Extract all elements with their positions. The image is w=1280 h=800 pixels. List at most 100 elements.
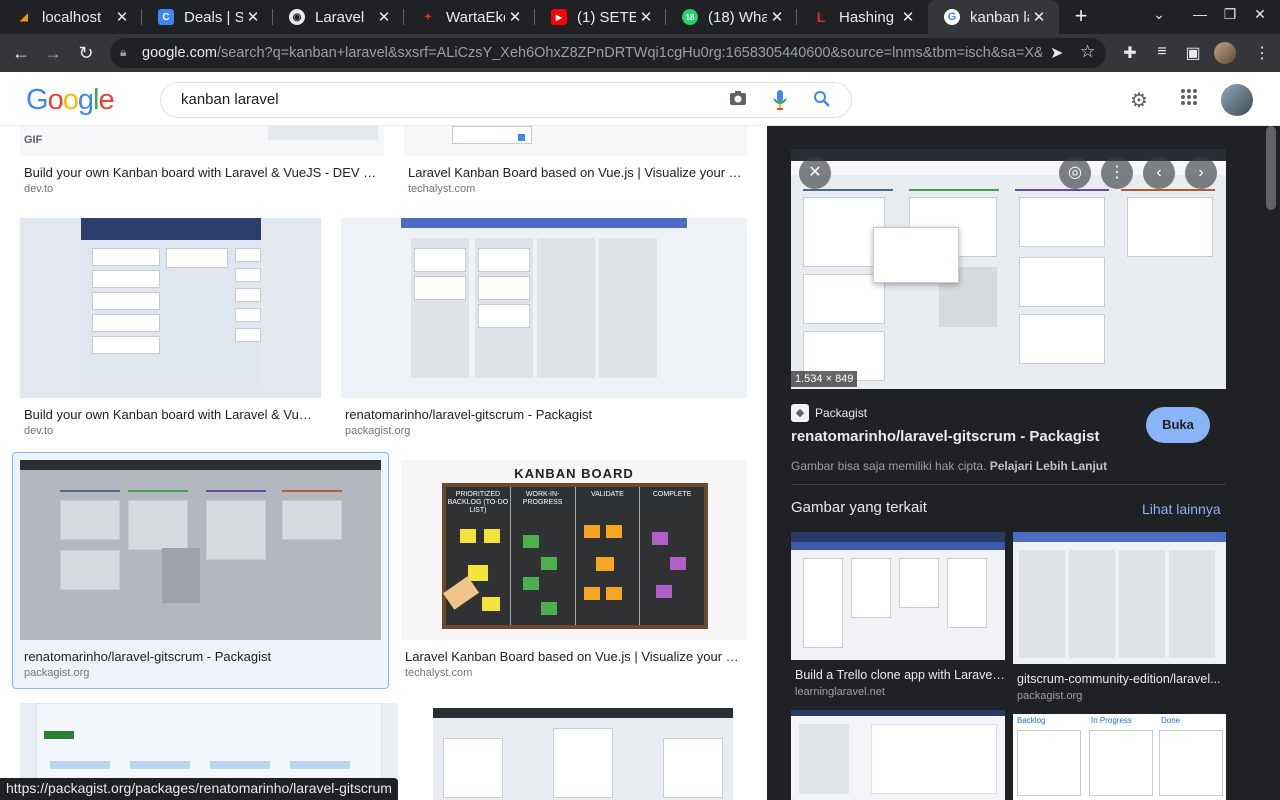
column-label: PRIORITIZED BACKLOG (TO-DO LIST) (447, 491, 509, 514)
gif-badge: GIF (24, 134, 43, 146)
account-avatar[interactable] (1221, 84, 1253, 116)
camera-icon[interactable] (729, 90, 747, 111)
related-thumbnail[interactable] (1013, 532, 1226, 664)
result-caption[interactable]: Build your own Kanban board with Laravel… (24, 165, 379, 180)
result-domain: techalyst.com (405, 667, 473, 679)
google-header: Google kanban laravel ⚙ (0, 72, 1280, 126)
result-thumbnail[interactable] (433, 708, 733, 800)
tab-title: localhost (42, 8, 102, 26)
close-icon[interactable]: ✕ (112, 8, 132, 26)
more-options-icon[interactable]: ⋮ (1101, 157, 1133, 189)
open-button[interactable]: Buka (1146, 407, 1210, 443)
url-text: google.com/search?q=kanban+laravel&sxsrf… (142, 45, 1042, 61)
restore-button[interactable]: ❐ (1218, 6, 1242, 23)
tab-deals[interactable]: C Deals | Sal ✕ (142, 0, 273, 34)
search-icon[interactable] (813, 90, 831, 113)
tab-laravel[interactable]: ◉ Laravel ✕ (273, 0, 404, 34)
forward-arrow-icon[interactable]: → (42, 42, 64, 64)
result-caption[interactable]: renatomarinho/laravel-gitscrum - Packagi… (24, 649, 379, 664)
previous-icon[interactable]: ‹ (1143, 157, 1175, 189)
copyright-notice: Gambar bisa saja memiliki hak cipta. Pel… (791, 459, 1108, 473)
tab-youtube[interactable]: ▶ (1) SETEL ✕ (535, 0, 666, 34)
reload-icon[interactable]: ↻ (75, 42, 97, 64)
profile-avatar[interactable] (1214, 42, 1236, 64)
new-tab-button[interactable]: + (1068, 4, 1094, 30)
result-thumbnail[interactable] (404, 126, 747, 156)
related-heading: Gambar yang terkait (791, 499, 927, 516)
related-thumbnail[interactable] (791, 532, 1005, 660)
result-caption[interactable]: Laravel Kanban Board based on Vue.js | V… (408, 165, 743, 180)
back-arrow-icon[interactable]: ← (10, 42, 32, 64)
see-more-link[interactable]: Lihat lainnya (1142, 501, 1221, 517)
result-thumbnail[interactable]: GIF (20, 126, 384, 156)
image-results-grid: GIF Build your own Kanban board with Lar… (0, 126, 767, 800)
result-thumbnail[interactable] (341, 218, 747, 398)
settings-gear-icon[interactable]: ⚙ (1127, 88, 1151, 113)
close-window-button[interactable]: ✕ (1248, 6, 1272, 23)
google-favicon-icon: G (944, 9, 960, 25)
result-caption[interactable]: renatomarinho/laravel-gitscrum - Packagi… (345, 407, 740, 422)
wartaeko-favicon-icon: ✦ (423, 11, 433, 23)
close-icon[interactable]: ✕ (636, 8, 656, 26)
image-dimensions: 1.534 × 849 (791, 371, 858, 387)
google-logo[interactable]: Google (26, 84, 115, 117)
tab-kanban-laravel[interactable]: G kanban la ✕ (928, 0, 1059, 34)
logo-letter: G (26, 84, 49, 116)
panel-scrollbar[interactable] (1250, 126, 1280, 800)
microphone-icon[interactable] (773, 90, 787, 115)
close-icon[interactable]: ✕ (374, 8, 394, 26)
bookmark-star-icon[interactable]: ☆ (1080, 42, 1095, 62)
related-thumbnail[interactable]: Backlog In Progress Done (1013, 714, 1226, 800)
extensions-puzzle-icon[interactable]: ✚ (1120, 43, 1140, 63)
learn-more-link[interactable]: Pelajari Lebih Lanjut (990, 459, 1107, 473)
close-icon[interactable]: ✕ (799, 157, 831, 189)
result-thumbnail[interactable]: KANBAN BOARD PRIORITIZED BACKLOG (TO-DO … (401, 460, 747, 640)
column-label: VALIDATE (590, 491, 624, 498)
result-domain: dev.to (24, 183, 54, 195)
source-site[interactable]: ◆ Packagist (791, 404, 867, 422)
column-label: COMPLETE (652, 491, 692, 498)
tab-hashing[interactable]: L Hashing - ✕ (797, 0, 928, 34)
search-query: kanban laravel (181, 91, 279, 108)
lens-search-icon[interactable]: ◎ (1059, 157, 1091, 189)
tab-whatsapp[interactable]: 18 (18) What ✕ (666, 0, 797, 34)
result-caption[interactable]: Laravel Kanban Board based on Vue.js | V… (405, 649, 743, 664)
result-caption[interactable]: Build your own Kanban board with Laravel… (24, 407, 319, 422)
tab-title: Laravel (315, 8, 365, 26)
result-domain: packagist.org (24, 667, 90, 679)
apps-grid-icon[interactable] (1177, 88, 1201, 112)
address-bar[interactable]: 🔒︎ google.com/search?q=kanban+laravel&sx… (110, 38, 1106, 68)
close-icon[interactable]: ✕ (243, 8, 263, 26)
close-icon[interactable]: ✕ (898, 8, 918, 26)
preview-image[interactable]: ✕ ◎ ⋮ ‹ › (791, 149, 1226, 389)
close-icon[interactable]: ✕ (1029, 8, 1049, 26)
next-icon[interactable]: › (1185, 157, 1217, 189)
tab-title: Deals | Sal (184, 8, 243, 26)
scrollbar-thumb[interactable] (1266, 126, 1276, 210)
related-caption[interactable]: Build a Trello clone app with Laravel... (795, 668, 1005, 682)
close-icon[interactable]: ✕ (767, 8, 787, 26)
column-label: WORK-IN-PROGRESS (522, 491, 563, 506)
tab-wartaekonomi[interactable]: ✦ WartaEko ✕ (404, 0, 535, 34)
search-input[interactable]: kanban laravel (160, 82, 852, 118)
related-caption[interactable]: gitscrum-community-edition/laravel... (1017, 672, 1227, 686)
related-thumbnail[interactable] (791, 710, 1005, 800)
minimize-button[interactable]: — (1188, 6, 1212, 22)
result-domain: packagist.org (345, 425, 411, 437)
logo-letter: o (47, 84, 64, 116)
tab-title: (18) What (708, 8, 767, 26)
lock-icon[interactable]: 🔒︎ (120, 45, 134, 61)
menu-kebab-icon[interactable]: ⋮ (1252, 43, 1272, 63)
tab-search-icon[interactable]: ⌄ (1147, 6, 1171, 23)
side-panel-icon[interactable]: ▣ (1183, 43, 1203, 63)
close-icon[interactable]: ✕ (505, 8, 525, 26)
column-label: Done (1161, 716, 1181, 725)
result-thumbnail[interactable] (20, 460, 381, 640)
laravel-favicon-icon: L (816, 9, 826, 25)
media-queue-icon[interactable]: ≡ (1152, 43, 1172, 61)
tab-localhost[interactable]: ◢ localhost ✕ (0, 0, 142, 34)
column-label: Backlog (1017, 716, 1046, 725)
preview-title[interactable]: renatomarinho/laravel-gitscrum - Packagi… (791, 428, 1099, 445)
result-thumbnail[interactable] (20, 218, 321, 398)
send-to-device-icon[interactable]: ➤ (1050, 43, 1063, 63)
